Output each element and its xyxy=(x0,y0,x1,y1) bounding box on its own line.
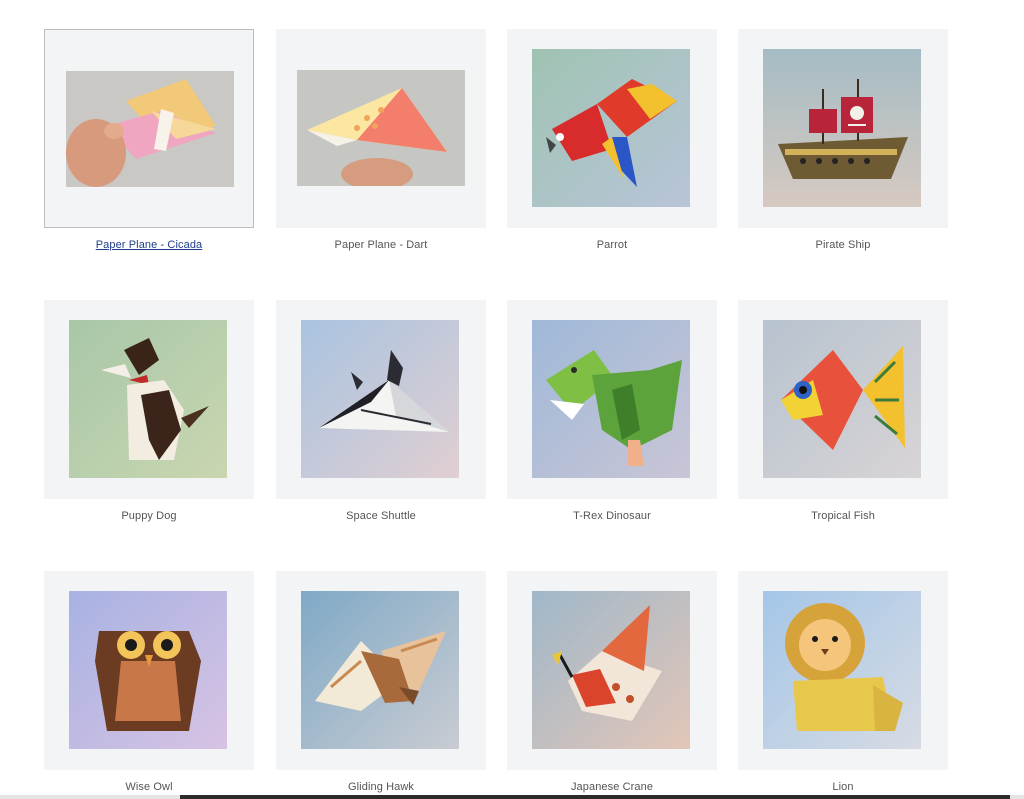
gallery-card-parrot: Parrot xyxy=(507,29,717,251)
gallery-tile[interactable] xyxy=(507,300,717,499)
gallery-tile[interactable] xyxy=(44,300,254,499)
japanese-crane-image xyxy=(532,591,690,749)
gallery-caption[interactable]: Pirate Ship xyxy=(738,239,948,251)
gallery-caption[interactable]: Gliding Hawk xyxy=(276,781,486,793)
gallery-caption[interactable]: Puppy Dog xyxy=(44,510,254,522)
gallery-tile[interactable] xyxy=(276,571,486,770)
gallery-tile[interactable] xyxy=(738,300,948,499)
gallery-caption[interactable]: Paper Plane - Cicada xyxy=(44,239,254,251)
gallery-tile[interactable] xyxy=(276,300,486,499)
gallery-card-puppy-dog: Puppy Dog xyxy=(44,300,254,522)
gallery-tile[interactable] xyxy=(738,29,948,228)
gallery-caption[interactable]: Japanese Crane xyxy=(507,781,717,793)
gallery-tile[interactable] xyxy=(738,571,948,770)
gallery-tile[interactable] xyxy=(44,571,254,770)
gallery-caption[interactable]: Space Shuttle xyxy=(276,510,486,522)
t-rex-dinosaur-image xyxy=(532,320,690,478)
gliding-hawk-image xyxy=(301,591,459,749)
gallery-tile[interactable] xyxy=(44,29,254,228)
gallery-tile[interactable] xyxy=(507,29,717,228)
gallery-card-space-shuttle: Space Shuttle xyxy=(276,300,486,522)
gallery-card-pirate-ship: Pirate Ship xyxy=(738,29,948,251)
gallery-card-lion: Lion xyxy=(738,571,948,793)
tropical-fish-image xyxy=(763,320,921,478)
gallery-caption[interactable]: Wise Owl xyxy=(44,781,254,793)
origami-gallery: Paper Plane - Cicada Paper Plane - Dart xyxy=(0,0,1024,799)
gallery-caption[interactable]: T-Rex Dinosaur xyxy=(507,510,717,522)
gallery-card-gliding-hawk: Gliding Hawk xyxy=(276,571,486,793)
gallery-caption[interactable]: Parrot xyxy=(507,239,717,251)
gallery-caption[interactable]: Paper Plane - Dart xyxy=(276,239,486,251)
lion-image xyxy=(763,591,921,749)
pirate-ship-image xyxy=(763,49,921,207)
paper-plane-dart-image xyxy=(297,70,465,186)
gallery-caption[interactable]: Tropical Fish xyxy=(738,510,948,522)
gallery-tile[interactable] xyxy=(507,571,717,770)
gallery-tile[interactable] xyxy=(276,29,486,228)
gallery-card-paper-plane-dart: Paper Plane - Dart xyxy=(276,29,486,251)
parrot-image xyxy=(532,49,690,207)
gallery-caption[interactable]: Lion xyxy=(738,781,948,793)
puppy-dog-image xyxy=(69,320,227,478)
gallery-card-japanese-crane: Japanese Crane xyxy=(507,571,717,793)
wise-owl-image xyxy=(69,591,227,749)
space-shuttle-image xyxy=(301,320,459,478)
gallery-card-t-rex-dinosaur: T-Rex Dinosaur xyxy=(507,300,717,522)
horizontal-scrollbar[interactable] xyxy=(0,795,1024,799)
paper-plane-cicada-image xyxy=(66,71,234,187)
gallery-card-tropical-fish: Tropical Fish xyxy=(738,300,948,522)
gallery-card-paper-plane-cicada: Paper Plane - Cicada xyxy=(44,29,254,251)
scrollbar-thumb[interactable] xyxy=(180,795,1010,799)
gallery-card-wise-owl: Wise Owl xyxy=(44,571,254,793)
